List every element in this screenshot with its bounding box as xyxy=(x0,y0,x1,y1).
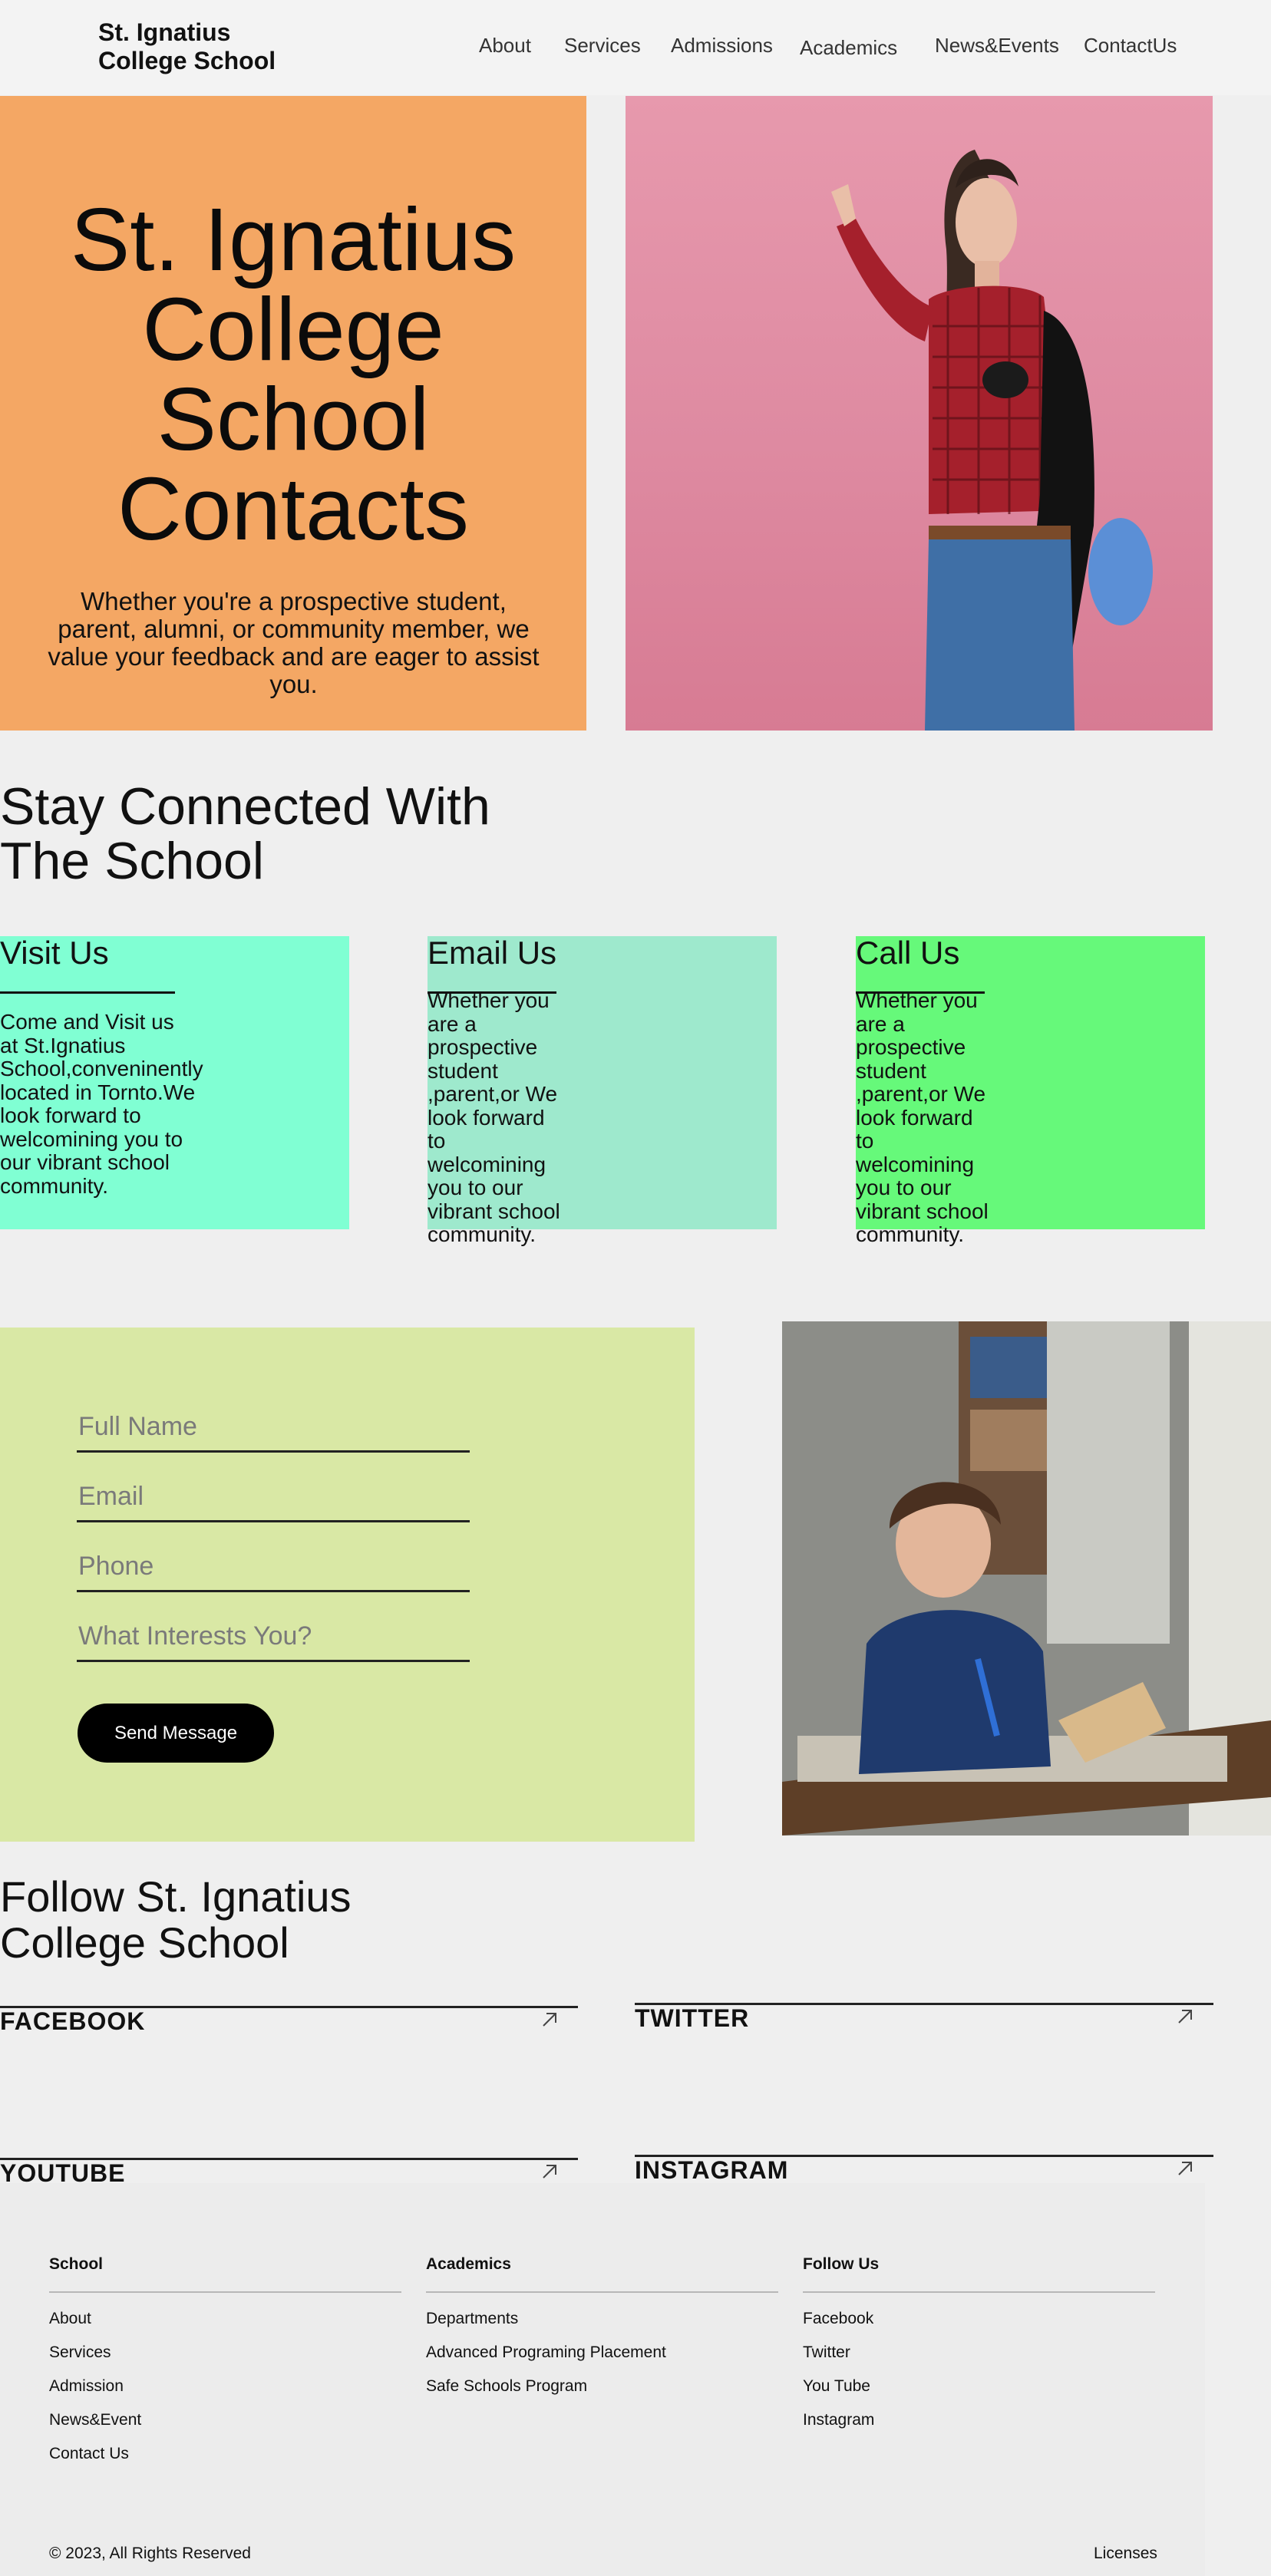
hero-subtitle: Whether you're a prospective student, pa… xyxy=(48,587,540,698)
footer-link-facebook[interactable]: Facebook xyxy=(803,2310,873,2328)
footer-school-title: School xyxy=(49,2255,104,2273)
visit-us-text: Come and Visit us at St.Ignatius School,… xyxy=(0,1010,203,1198)
footer-follow-divider xyxy=(803,2291,1155,2293)
footer-link-news-event[interactable]: News&Event xyxy=(49,2411,141,2429)
email-us-title: Email Us xyxy=(428,935,557,971)
site-footer xyxy=(0,2183,1205,2576)
call-us-text: Whether you are a prospective student ,p… xyxy=(856,988,989,1246)
copyright-text: © 2023, All Rights Reserved xyxy=(49,2545,251,2562)
stay-connected-title: Stay Connected With The School xyxy=(0,780,490,889)
full-name-input[interactable] xyxy=(77,1410,470,1453)
stay-connected-title-line-1: Stay Connected With xyxy=(0,777,490,836)
twitter-link[interactable]: TWITTER xyxy=(635,2004,749,2033)
footer-academics-divider xyxy=(426,2291,778,2293)
email-input[interactable] xyxy=(77,1479,470,1522)
visit-us-divider xyxy=(0,991,175,994)
footer-link-departments[interactable]: Departments xyxy=(426,2310,518,2328)
follow-title-line-1: Follow St. Ignatius xyxy=(0,1872,352,1921)
footer-link-about[interactable]: About xyxy=(49,2310,91,2328)
phone-input[interactable] xyxy=(77,1549,470,1592)
follow-title-line-2: College School xyxy=(0,1918,289,1967)
hero-title-line-2: College School xyxy=(142,279,444,469)
site-header: St. Ignatius College School About Servic… xyxy=(0,0,1271,95)
call-us-title: Call Us xyxy=(856,935,960,971)
nav-admissions[interactable]: Admissions xyxy=(671,34,773,58)
hero-title-line-3: Contacts xyxy=(117,459,469,559)
arrow-up-right-icon[interactable] xyxy=(1176,2159,1194,2178)
footer-academics-title: Academics xyxy=(426,2255,511,2273)
footer-link-twitter[interactable]: Twitter xyxy=(803,2343,850,2362)
follow-title: Follow St. Ignatius College School xyxy=(0,1874,352,1966)
nav-about[interactable]: About xyxy=(479,34,531,58)
photo-student-writing xyxy=(782,1321,1271,1836)
footer-link-youtube[interactable]: You Tube xyxy=(803,2377,870,2396)
footer-link-admission[interactable]: Admission xyxy=(49,2377,124,2396)
footer-link-contact-us[interactable]: Contact Us xyxy=(49,2445,129,2463)
facebook-link[interactable]: FACEBOOK xyxy=(0,2007,145,2036)
nav-services[interactable]: Services xyxy=(564,34,641,58)
hero-photo-student-pointing xyxy=(626,96,1213,731)
footer-link-services[interactable]: Services xyxy=(49,2343,111,2362)
footer-link-instagram[interactable]: Instagram xyxy=(803,2411,874,2429)
nav-contact-us[interactable]: ContactUs xyxy=(1084,34,1177,58)
footer-follow-title: Follow Us xyxy=(803,2255,880,2273)
stay-connected-title-line-2: The School xyxy=(0,832,264,890)
send-message-button[interactable]: Send Message xyxy=(78,1704,274,1763)
nav-news-events[interactable]: News&Events xyxy=(935,34,1059,58)
arrow-up-right-icon[interactable] xyxy=(540,2162,559,2181)
logo-line-2: College School xyxy=(98,47,276,74)
footer-school-divider xyxy=(49,2291,401,2293)
instagram-link[interactable]: INSTAGRAM xyxy=(635,2156,788,2185)
hero-title: St. Ignatius College School Contacts xyxy=(0,195,586,554)
email-us-text: Whether you are a prospective student ,p… xyxy=(428,988,560,1246)
arrow-up-right-icon[interactable] xyxy=(540,2010,559,2029)
interests-input[interactable] xyxy=(77,1619,470,1662)
footer-link-advanced-programing[interactable]: Advanced Programing Placement xyxy=(426,2343,666,2362)
nav-academics[interactable]: Academics xyxy=(800,36,897,60)
logo-line-1: St. Ignatius xyxy=(98,18,231,46)
footer-link-safe-schools[interactable]: Safe Schools Program xyxy=(426,2377,587,2396)
hero-title-line-1: St. Ignatius xyxy=(70,190,517,289)
student-illustration xyxy=(831,150,1153,731)
arrow-up-right-icon[interactable] xyxy=(1176,2007,1194,2026)
student-writing-illustration xyxy=(782,1321,1271,1836)
site-logo[interactable]: St. Ignatius College School xyxy=(98,18,276,75)
visit-us-title: Visit Us xyxy=(0,935,109,971)
licenses-link[interactable]: Licenses xyxy=(1094,2545,1157,2563)
